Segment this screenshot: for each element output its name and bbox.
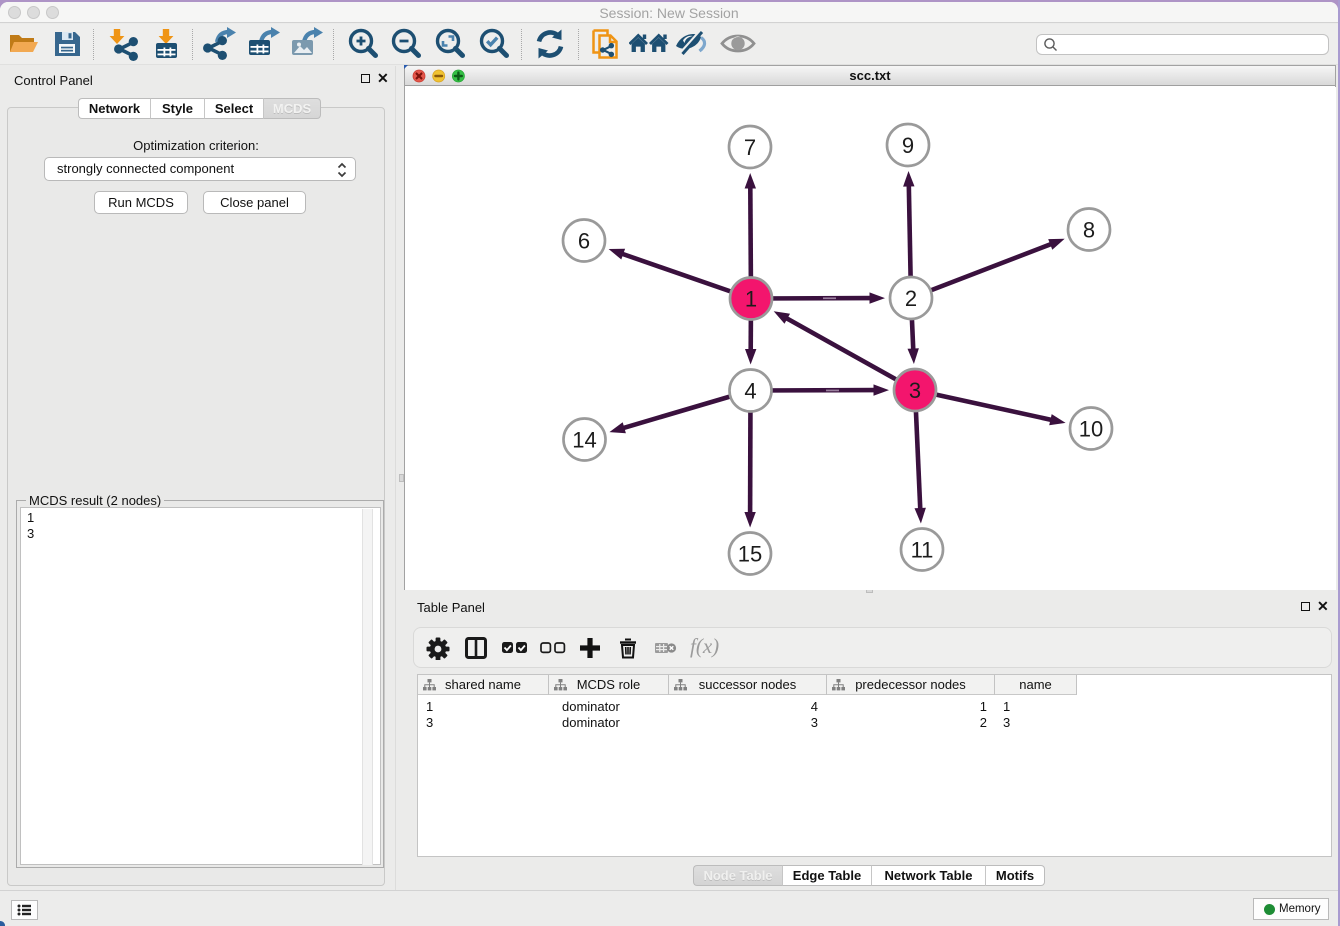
svg-text:1: 1 [745, 287, 757, 312]
svg-text:15: 15 [738, 542, 762, 567]
svg-text:7: 7 [744, 135, 756, 160]
svg-text:14: 14 [572, 428, 596, 453]
svg-text:8: 8 [1083, 218, 1095, 243]
svg-text:9: 9 [902, 133, 914, 158]
svg-text:2: 2 [905, 286, 917, 311]
svg-text:4: 4 [744, 379, 756, 404]
svg-text:10: 10 [1079, 417, 1103, 442]
svg-text:6: 6 [578, 229, 590, 254]
svg-text:11: 11 [911, 538, 934, 563]
svg-text:3: 3 [909, 378, 921, 403]
